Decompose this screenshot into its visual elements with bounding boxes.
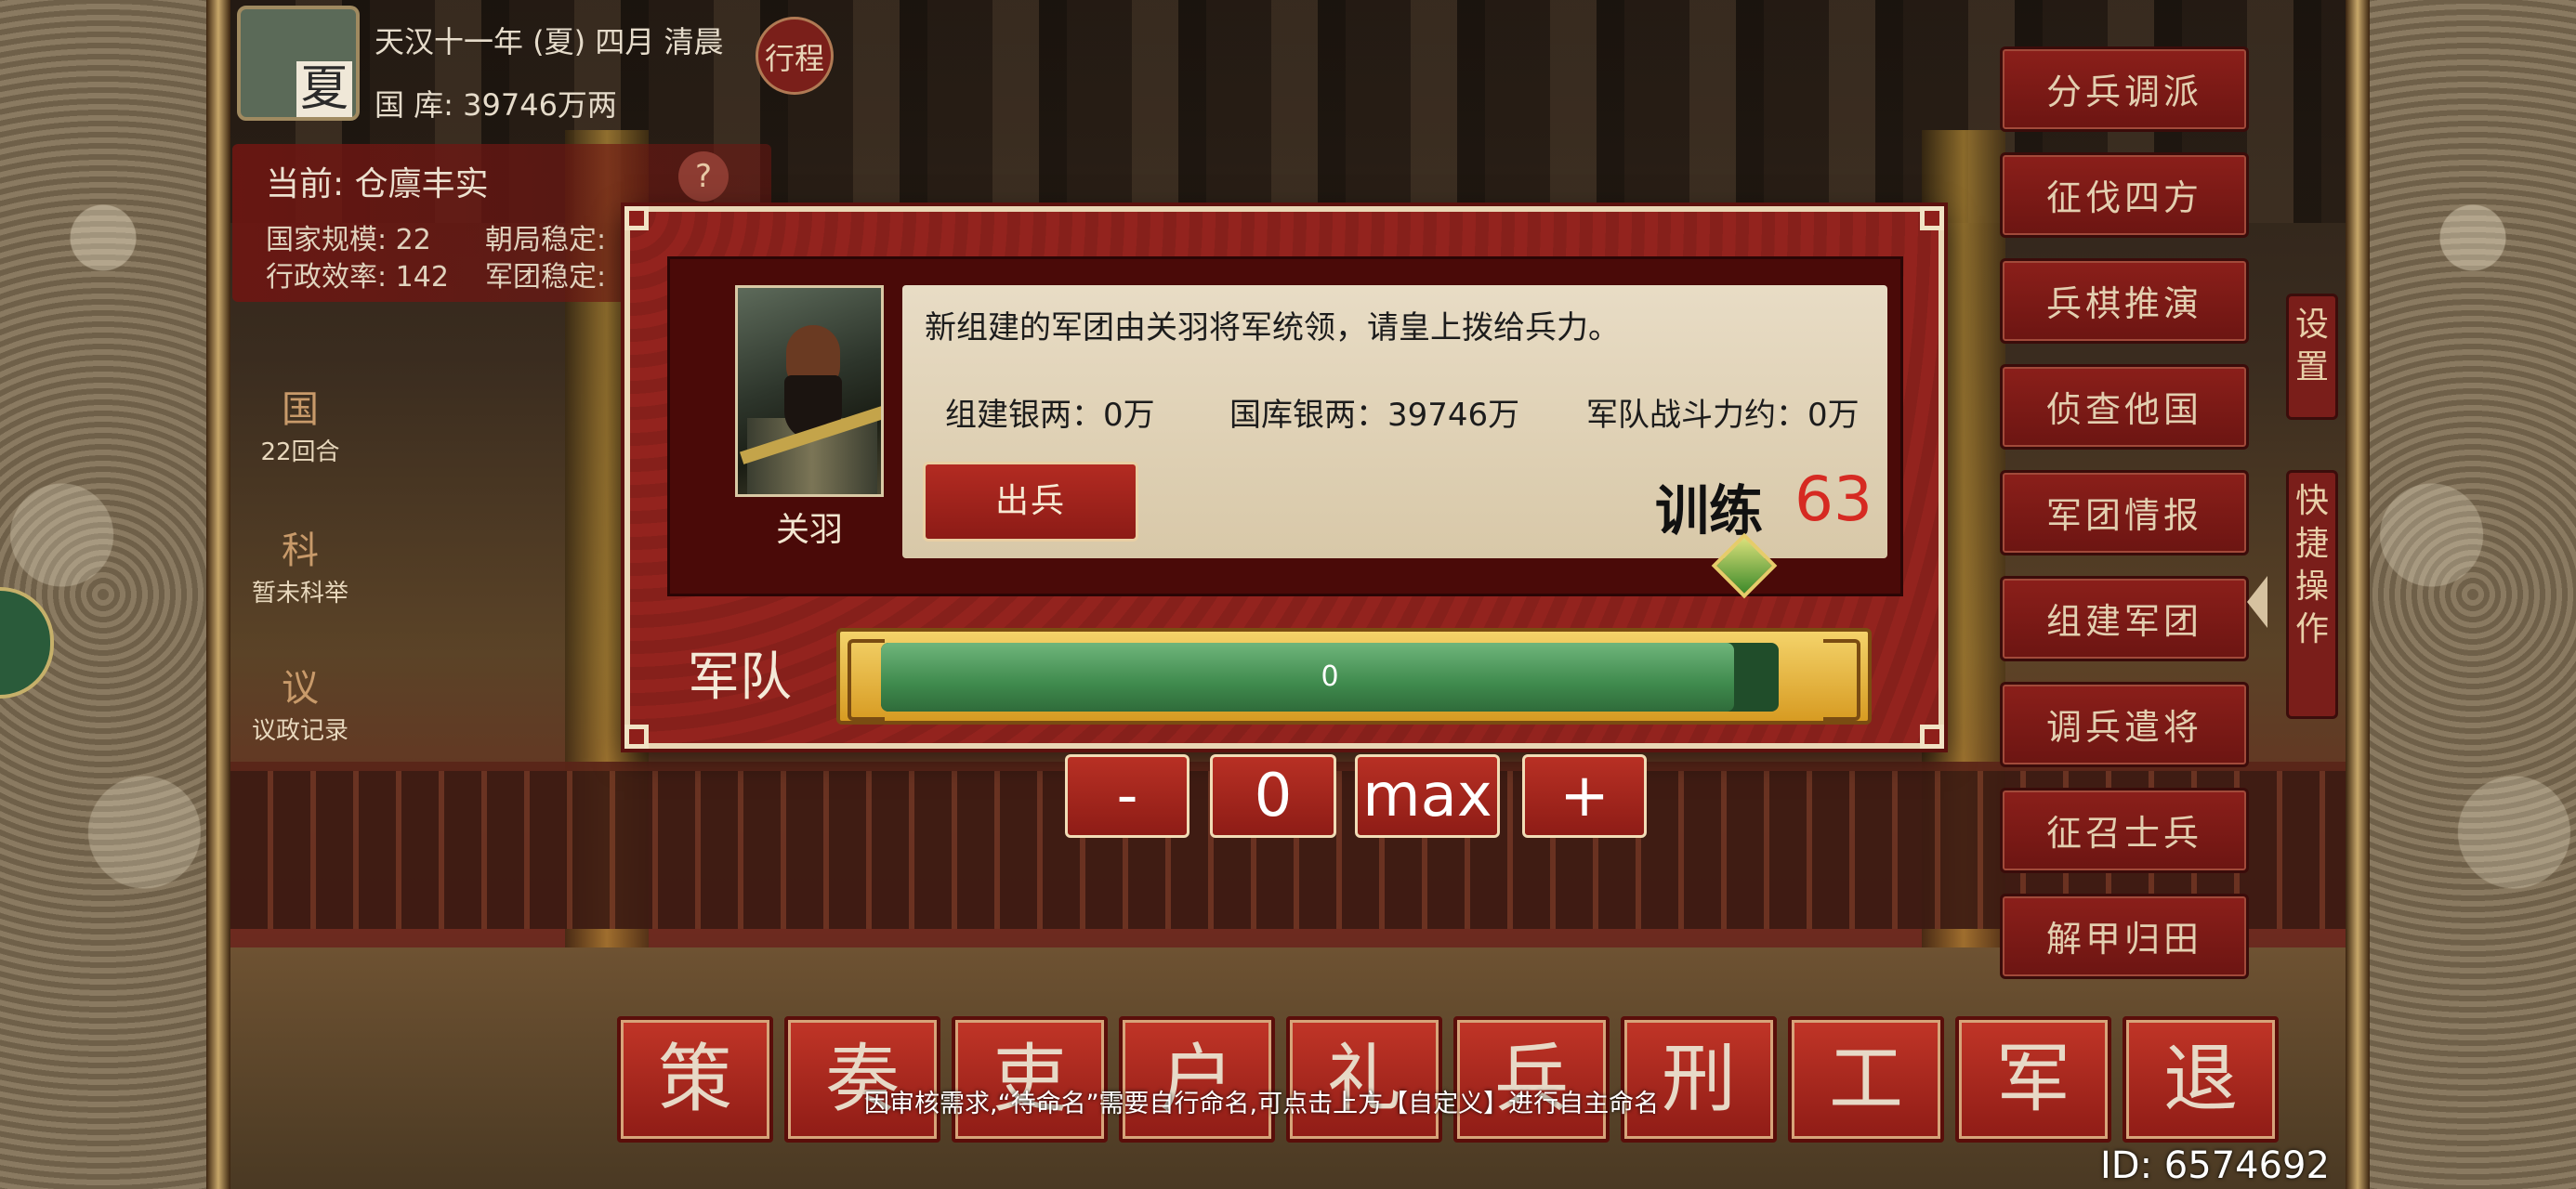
- season-label: 夏: [296, 61, 352, 117]
- dispatch-generals-button[interactable]: 调兵遣将: [2000, 682, 2249, 767]
- nav-exit-label: 退: [2163, 1036, 2238, 1122]
- right-frame-edge: [2346, 0, 2370, 1189]
- deploy-button[interactable]: 出兵: [923, 462, 1138, 542]
- council-records-icon: 议: [282, 667, 319, 710]
- game-date: 天汉十一年 (夏) 四月 清晨: [375, 24, 724, 59]
- nav-military[interactable]: 军: [1955, 1016, 2111, 1143]
- recruit-button[interactable]: 征召士兵: [2000, 788, 2249, 873]
- training-label: 训练: [1655, 479, 1764, 542]
- split-troops-button[interactable]: 分兵调派: [2000, 46, 2249, 132]
- general-name: 关羽: [775, 511, 843, 549]
- right-decorative-border: [2370, 0, 2576, 1189]
- nav-exit[interactable]: 退: [2123, 1016, 2279, 1143]
- treasury-silver: 国库银两：39746万: [1229, 397, 1520, 434]
- build-silver: 组建银两：0万: [945, 397, 1155, 434]
- council-records-label: 议政记录: [251, 717, 348, 745]
- general-portrait: [735, 285, 884, 497]
- dialog-message: 新组建的军团由关羽将军统领，请皇上拨给兵力。: [925, 309, 1620, 346]
- nav-memorial[interactable]: 奏: [784, 1016, 940, 1143]
- menu-imperial-exam[interactable]: 科 暂未科举: [240, 520, 361, 608]
- nav-military-label: 军: [1996, 1036, 2070, 1122]
- nav-war-label: 兵: [1494, 1036, 1569, 1122]
- nav-rites-label: 礼: [1327, 1036, 1401, 1122]
- chevron-left-icon[interactable]: [2247, 576, 2267, 628]
- quantity-display[interactable]: 0: [1210, 754, 1336, 838]
- scout-button[interactable]: 侦查他国: [2000, 364, 2249, 450]
- corner-ornament: [1920, 206, 1944, 230]
- imperial-exam-label: 暂未科举: [251, 580, 348, 608]
- national-policy-label: 22回合: [260, 438, 340, 466]
- nav-strategy-label: 策: [658, 1036, 732, 1122]
- dialog-content: 关羽 新组建的军团由关羽将军统领，请皇上拨给兵力。 组建银两：0万 国库银两：3…: [667, 256, 1903, 596]
- stat-scale: 国家规模: 22: [266, 224, 431, 256]
- trip-button[interactable]: 行程: [756, 17, 834, 95]
- stat-efficiency: 行政效率: 142: [266, 261, 449, 294]
- stat-legion-stability: 军团稳定:: [485, 261, 607, 294]
- settings-tab[interactable]: 设 置: [2286, 294, 2338, 420]
- nav-works[interactable]: 工: [1788, 1016, 1944, 1143]
- nav-personnel[interactable]: 吏: [952, 1016, 1108, 1143]
- imperial-exam-icon: 科: [282, 529, 319, 572]
- nav-justice[interactable]: 刑: [1621, 1016, 1777, 1143]
- corner-ornament: [1920, 725, 1944, 749]
- quick-actions-tab[interactable]: 快 捷 操 作: [2286, 470, 2338, 719]
- increase-button[interactable]: +: [1522, 754, 1647, 838]
- army-slider[interactable]: 0: [836, 628, 1872, 725]
- nav-revenue[interactable]: 户: [1119, 1016, 1275, 1143]
- menu-national-policy[interactable]: 国 22回合: [240, 379, 361, 467]
- nav-war[interactable]: 兵: [1453, 1016, 1610, 1143]
- corner-ornament: [624, 206, 649, 230]
- user-id: ID: 6574692: [2100, 1144, 2330, 1187]
- conquer-button[interactable]: 征伐四方: [2000, 152, 2249, 238]
- menu-council-records[interactable]: 议 议政记录: [240, 658, 361, 746]
- help-icon[interactable]: ?: [678, 151, 729, 202]
- war-game-button[interactable]: 兵棋推演: [2000, 258, 2249, 344]
- naming-notice: 因审核需求,“待命名”需要自行命名,可点击上方【自定义】进行自主命名: [864, 1090, 1660, 1118]
- stat-court-stability: 朝局稳定:: [485, 224, 607, 256]
- treasury-amount: 国 库: 39746万两: [375, 87, 617, 123]
- date-panel: 夏 天汉十一年 (夏) 四月 清晨 国 库: 39746万两 行程: [237, 2, 834, 123]
- corner-ornament: [624, 725, 649, 749]
- army-slider-track[interactable]: 0: [881, 643, 1779, 712]
- season-badge[interactable]: 夏: [237, 6, 360, 121]
- nav-memorial-label: 奏: [825, 1036, 900, 1122]
- form-legion-button[interactable]: 组建军团: [2000, 576, 2249, 661]
- nav-revenue-label: 户: [1160, 1036, 1234, 1122]
- bottom-nav: 策 奏 吏 户 礼 兵 刑 工 军 退: [617, 1016, 2282, 1143]
- form-legion-dialog: 关羽 新组建的军团由关羽将军统领，请皇上拨给兵力。 组建银两：0万 国库银两：3…: [624, 206, 1944, 749]
- decrease-button[interactable]: -: [1065, 754, 1189, 838]
- national-policy-icon: 国: [282, 388, 319, 431]
- message-panel: 新组建的军团由关羽将军统领，请皇上拨给兵力。 组建银两：0万 国库银两：3974…: [902, 285, 1887, 558]
- nav-justice-label: 刑: [1662, 1036, 1736, 1122]
- army-power: 军队战斗力约：0万: [1586, 397, 1860, 434]
- army-slider-value: 0: [1321, 660, 1339, 693]
- left-decorative-border: [0, 0, 206, 1189]
- legion-intel-button[interactable]: 军团情报: [2000, 470, 2249, 555]
- max-button[interactable]: max: [1355, 754, 1500, 838]
- nav-works-label: 工: [1829, 1036, 1903, 1122]
- nav-strategy[interactable]: 策: [617, 1016, 773, 1143]
- disband-button[interactable]: 解甲归田: [2000, 894, 2249, 979]
- nav-personnel-label: 吏: [992, 1036, 1067, 1122]
- army-label: 军队: [688, 647, 792, 708]
- training-value: 63: [1794, 464, 1873, 535]
- nav-rites[interactable]: 礼: [1286, 1016, 1442, 1143]
- state-title: 当前: 仓廪丰实: [266, 165, 489, 203]
- left-frame-edge: [206, 0, 230, 1189]
